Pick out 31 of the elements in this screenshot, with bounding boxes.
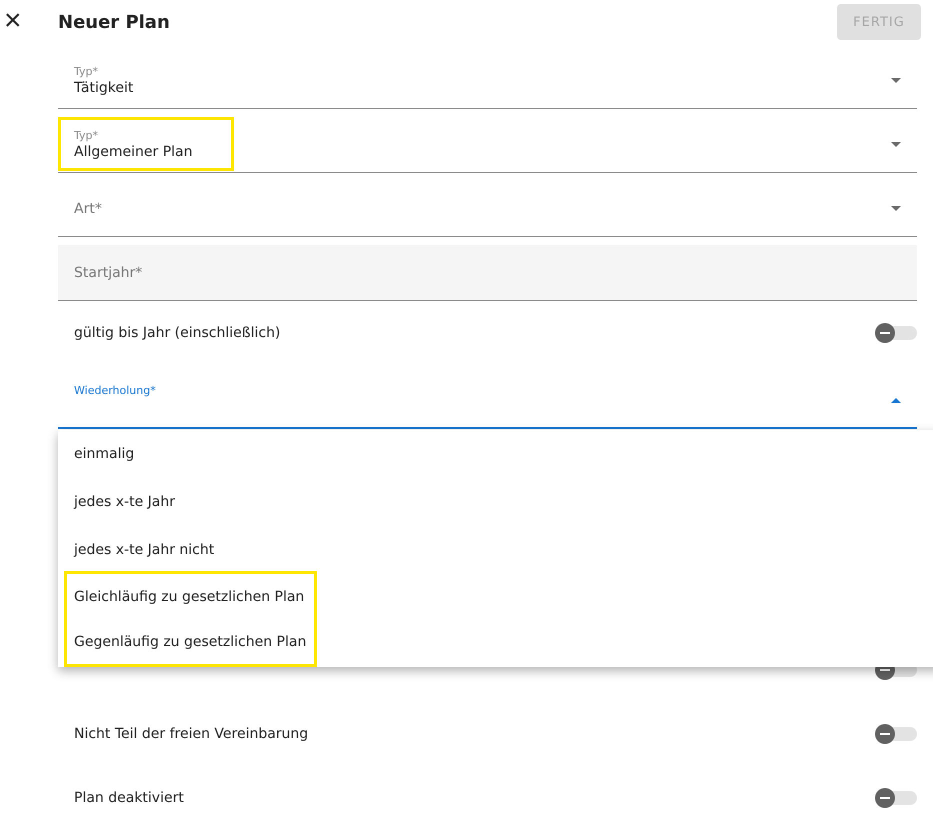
toggle-label: gültig bis Jahr (einschließlich)	[74, 325, 280, 341]
toggle-switch[interactable]	[875, 323, 917, 343]
menu-option[interactable]: Gegenläufig zu gesetzlichen Plan	[67, 619, 314, 664]
dialog-title: Neuer Plan	[58, 12, 171, 33]
minus-icon	[880, 669, 890, 671]
caret-icon	[891, 78, 901, 83]
field-label: Typ*	[74, 65, 98, 78]
text-field[interactable]: Startjahr*	[58, 245, 917, 301]
menu-option[interactable]: jedes x-te Jahr nicht	[58, 526, 933, 574]
menu-option[interactable]: einmalig	[58, 430, 933, 478]
caret-icon	[891, 142, 901, 147]
field-label: Wiederholung*	[74, 384, 156, 396]
field-placeholder: Startjahr*	[74, 264, 144, 280]
select-field[interactable]: Art*	[58, 181, 917, 237]
field-label: Typ*	[74, 129, 98, 142]
select-field[interactable]: Typ* Allgemeiner Plan	[58, 117, 917, 173]
select-field[interactable]: Typ* Tätigkeit	[58, 53, 917, 109]
field-value: Tätigkeit	[74, 80, 134, 96]
field-placeholder: Art*	[74, 200, 103, 216]
close-button[interactable]: ×	[0, 0, 58, 45]
toggle-switch[interactable]	[875, 724, 917, 744]
toggle-switch[interactable]	[875, 788, 917, 808]
menu-option[interactable]: Gleichläufig zu gesetzlichen Plan	[67, 574, 314, 619]
minus-icon	[880, 733, 890, 735]
minus-icon	[880, 797, 890, 799]
caret-icon	[891, 206, 901, 211]
field-value: Allgemeiner Plan	[74, 144, 192, 160]
toggle-label: Nicht Teil der freien Vereinbarung	[74, 726, 308, 742]
toggle-label: Plan deaktiviert	[74, 790, 184, 806]
minus-icon	[880, 332, 890, 334]
menu-option[interactable]: jedes x-te Jahr	[58, 478, 933, 526]
